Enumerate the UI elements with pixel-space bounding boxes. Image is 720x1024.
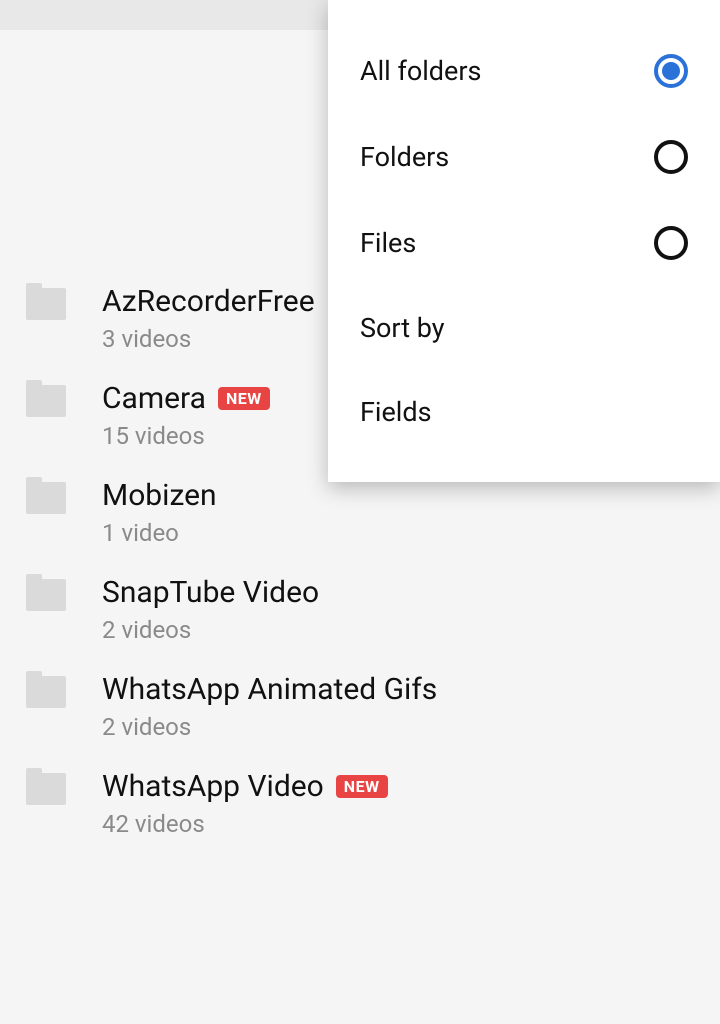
folder-name: WhatsApp Video: [102, 769, 324, 804]
folder-icon: [26, 773, 66, 805]
folder-name: Camera: [102, 381, 206, 416]
folder-icon: [26, 482, 66, 514]
folder-name: WhatsApp Animated Gifs: [102, 672, 437, 707]
folder-info: SnapTube Video 2 videos: [102, 575, 319, 644]
menu-item[interactable]: Sort by: [328, 286, 720, 370]
folder-icon: [26, 579, 66, 611]
menu-item-label: Folders: [360, 141, 449, 173]
folder-info: Mobizen 1 video: [102, 478, 217, 547]
folder-icon: [26, 385, 66, 417]
folder-info: Camera NEW 15 videos: [102, 381, 270, 450]
folder-name: SnapTube Video: [102, 575, 319, 610]
folder-name-line: SnapTube Video: [102, 575, 319, 610]
folder-info: WhatsApp Animated Gifs 2 videos: [102, 672, 437, 741]
menu-item-label: All folders: [360, 55, 481, 87]
folder-subtitle: 2 videos: [102, 616, 319, 644]
folder-icon: [26, 288, 66, 320]
menu-item-label: Fields: [360, 396, 432, 428]
menu-item-label: Sort by: [360, 312, 445, 344]
folder-info: WhatsApp Video NEW 42 videos: [102, 769, 388, 838]
dropdown-menu: All folders Folders Files Sort by Fields: [328, 0, 720, 482]
folder-name-line: WhatsApp Video NEW: [102, 769, 388, 804]
menu-item[interactable]: All folders: [328, 28, 720, 114]
folder-icon: [26, 676, 66, 708]
folder-name: Mobizen: [102, 478, 217, 513]
folder-subtitle: 3 videos: [102, 325, 315, 353]
folder-info: AzRecorderFree 3 videos: [102, 284, 315, 353]
folder-subtitle: 2 videos: [102, 713, 437, 741]
folder-name-line: AzRecorderFree: [102, 284, 315, 319]
menu-item-label: Files: [360, 227, 416, 259]
folder-name-line: Mobizen: [102, 478, 217, 513]
radio-button[interactable]: [654, 140, 688, 174]
menu-item[interactable]: Fields: [328, 370, 720, 454]
new-badge: NEW: [218, 387, 270, 410]
folder-name-line: WhatsApp Animated Gifs: [102, 672, 437, 707]
folder-row[interactable]: SnapTube Video 2 videos: [0, 561, 720, 658]
folder-subtitle: 1 video: [102, 519, 217, 547]
folder-name-line: Camera NEW: [102, 381, 270, 416]
radio-button[interactable]: [654, 226, 688, 260]
radio-button[interactable]: [654, 54, 688, 88]
new-badge: NEW: [336, 775, 388, 798]
menu-item[interactable]: Folders: [328, 114, 720, 200]
folder-subtitle: 42 videos: [102, 810, 388, 838]
menu-item[interactable]: Files: [328, 200, 720, 286]
folder-row[interactable]: WhatsApp Animated Gifs 2 videos: [0, 658, 720, 755]
folder-name: AzRecorderFree: [102, 284, 315, 319]
folder-subtitle: 15 videos: [102, 422, 270, 450]
folder-row[interactable]: WhatsApp Video NEW 42 videos: [0, 755, 720, 852]
